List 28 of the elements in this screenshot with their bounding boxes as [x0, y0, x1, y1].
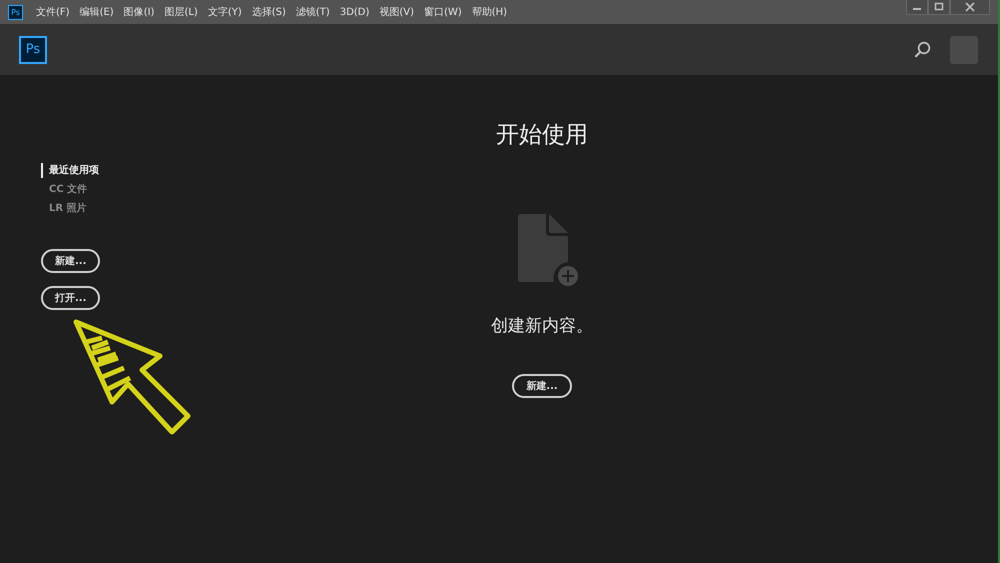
search-icon[interactable]: [914, 41, 931, 58]
sidebar-item[interactable]: CC 文件: [41, 182, 88, 197]
app-logo: Ps: [19, 36, 47, 64]
menu-item[interactable]: 选择(S): [252, 5, 286, 19]
message-text: 创建新内容。: [491, 315, 593, 337]
menu-item[interactable]: 文件(F): [36, 5, 70, 19]
menu-item[interactable]: 视图(V): [379, 5, 414, 19]
maximize-button[interactable]: [928, 0, 950, 15]
menu-item[interactable]: 图像(I): [124, 5, 154, 19]
menu-item[interactable]: 图层(L): [164, 5, 198, 19]
close-icon: [965, 2, 975, 12]
sidebar-item[interactable]: 最近使用项: [41, 163, 99, 178]
app-icon[interactable]: Ps: [8, 4, 23, 20]
menu-item[interactable]: 文字(Y): [208, 5, 242, 19]
menu-item[interactable]: 帮助(H): [472, 5, 508, 19]
new-button[interactable]: 新建...: [512, 374, 572, 398]
minimize-button[interactable]: [906, 0, 928, 15]
sidebar-item[interactable]: LR 照片: [41, 201, 87, 216]
menu-item[interactable]: 滤镜(T): [296, 5, 330, 19]
sidebar-button[interactable]: 新建...: [41, 249, 100, 273]
page-title: 开始使用: [496, 121, 588, 150]
menu-item[interactable]: 窗口(W): [424, 5, 462, 19]
menu-item[interactable]: 3D(D): [340, 6, 370, 18]
menu-item[interactable]: 编辑(E): [80, 5, 114, 19]
new-document-icon: [518, 214, 580, 288]
maximize-icon: [934, 2, 944, 12]
sidebar-button[interactable]: 打开...: [41, 286, 100, 310]
close-button[interactable]: [950, 0, 990, 15]
